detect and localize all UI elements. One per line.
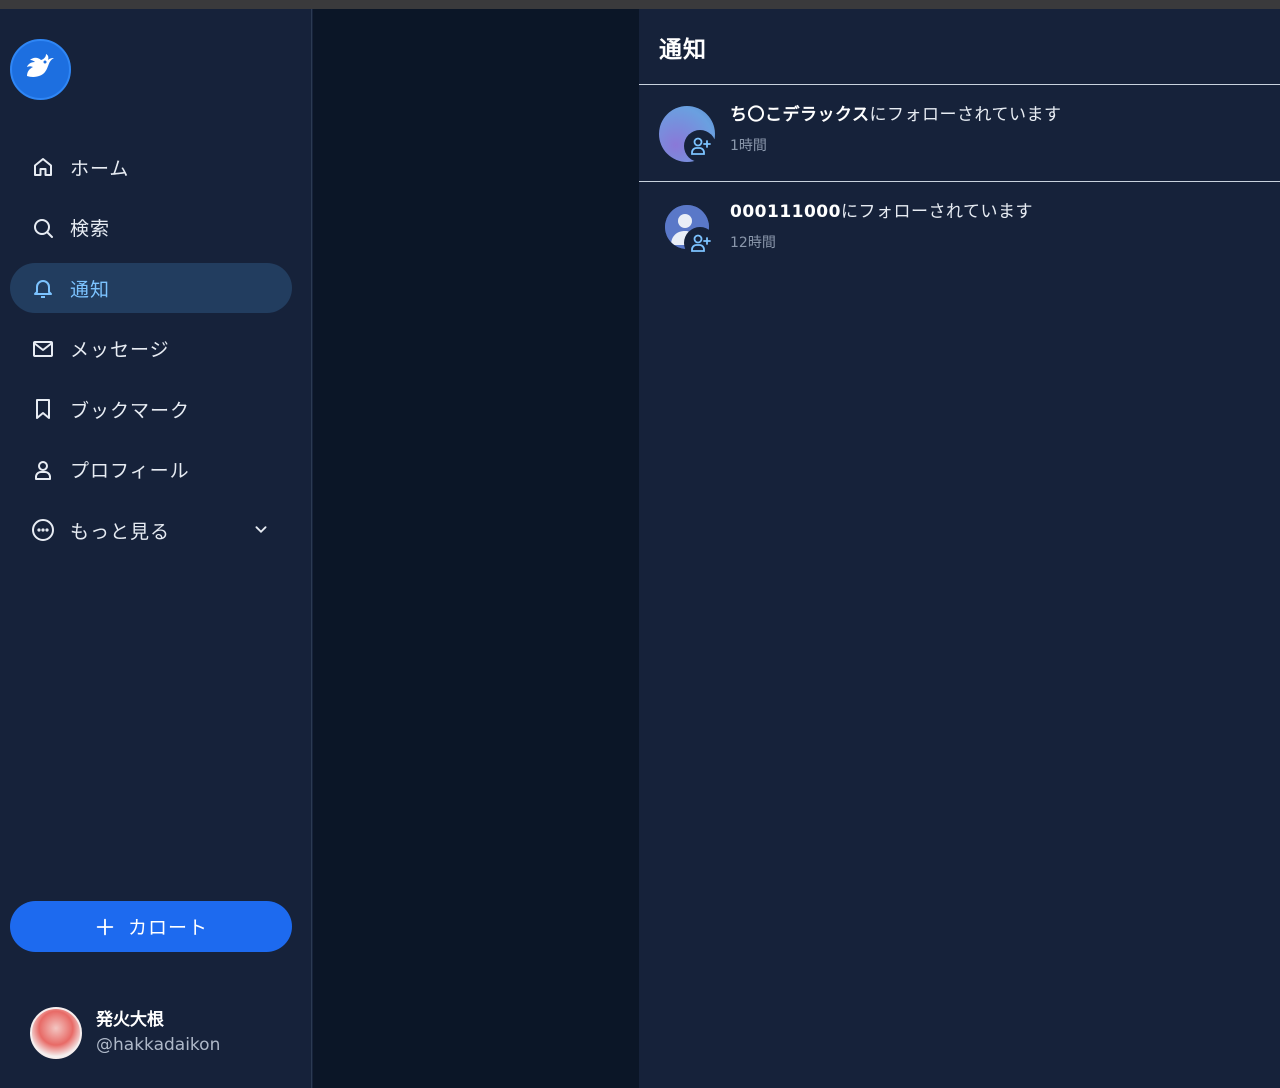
window-top-strip bbox=[0, 0, 1280, 9]
user-plus-icon bbox=[691, 234, 711, 252]
page-title: 通知 bbox=[659, 36, 707, 63]
nav-item-label: ホーム bbox=[70, 157, 130, 180]
search-icon bbox=[30, 215, 56, 241]
notification-action: にフォローされています bbox=[869, 105, 1062, 125]
user-icon bbox=[30, 457, 56, 483]
nav-item-label: 通知 bbox=[70, 278, 111, 301]
nav-item-label: ブックマーク bbox=[70, 399, 191, 422]
bird-logo-icon bbox=[26, 53, 54, 77]
nav-item-profile[interactable]: プロフィール bbox=[10, 445, 292, 495]
sidebar: ホーム 検索 通知 メッセージ ブックマーク プロフィール もっと見る カロート… bbox=[0, 9, 312, 1088]
mail-icon bbox=[30, 336, 56, 362]
nav-item-home[interactable]: ホーム bbox=[10, 142, 292, 192]
nav-item-messages[interactable]: メッセージ bbox=[10, 324, 292, 374]
notification-text: ち〇こデラックスにフォローされています bbox=[730, 103, 1260, 127]
notification-time: 1時間 bbox=[730, 138, 767, 154]
nav-item-label: 検索 bbox=[70, 218, 111, 240]
follow-badge bbox=[684, 227, 716, 259]
notification-item[interactable]: ち〇こデラックスにフォローされています 1時間 bbox=[639, 85, 1280, 182]
more-circle-icon bbox=[30, 517, 56, 543]
post-button-label: カロート bbox=[127, 917, 208, 939]
user-plus-icon bbox=[691, 137, 711, 155]
home-icon bbox=[30, 154, 56, 180]
notifications-panel: 通知 ち〇こデラックスにフォローされています 1時間 000111000にフォロ… bbox=[639, 9, 1280, 1088]
empty-column bbox=[313, 9, 639, 1088]
nav-item-notifications[interactable]: 通知 bbox=[10, 263, 292, 313]
nav-item-label: メッセージ bbox=[70, 339, 170, 361]
notification-action: にフォローされています bbox=[840, 202, 1033, 222]
nav-item-label: プロフィール bbox=[70, 460, 190, 482]
notification-user[interactable]: ち〇こデラックス bbox=[730, 105, 870, 125]
post-button[interactable]: カロート bbox=[10, 901, 292, 952]
notification-time: 12時間 bbox=[730, 235, 776, 251]
profile-name: 発火大根 bbox=[96, 1010, 164, 1030]
nav-item-label: もっと見る bbox=[70, 520, 171, 543]
main-nav: ホーム 検索 通知 メッセージ ブックマーク プロフィール もっと見る bbox=[10, 142, 292, 566]
plus-icon bbox=[94, 916, 116, 938]
profile-handle: @hakkadaikon bbox=[96, 1035, 221, 1055]
bookmark-icon bbox=[30, 396, 56, 422]
account-switcher[interactable]: 発火大根 @hakkadaikon bbox=[30, 1007, 220, 1059]
avatar bbox=[30, 1007, 82, 1059]
app-logo[interactable] bbox=[10, 39, 71, 100]
notification-text: 000111000にフォローされています bbox=[730, 200, 1260, 224]
nav-item-bookmarks[interactable]: ブックマーク bbox=[10, 384, 292, 434]
notification-user[interactable]: 000111000 bbox=[730, 202, 841, 222]
chevron-down-icon[interactable] bbox=[250, 518, 272, 540]
bell-icon bbox=[30, 275, 56, 301]
page-header: 通知 bbox=[639, 9, 1280, 85]
nav-item-more[interactable]: もっと見る bbox=[10, 505, 292, 555]
notification-item[interactable]: 000111000にフォローされています 12時間 bbox=[639, 182, 1280, 272]
nav-item-search[interactable]: 検索 bbox=[10, 203, 292, 253]
follow-badge bbox=[684, 130, 716, 162]
